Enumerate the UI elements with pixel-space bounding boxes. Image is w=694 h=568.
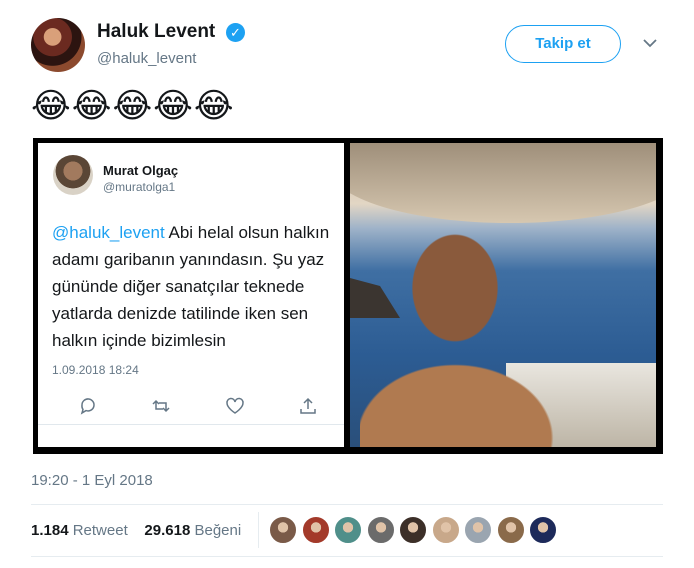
liker-avatar[interactable] [399,516,427,544]
like-count[interactable]: 29.618 [144,522,190,539]
stats-separator [258,512,259,548]
quoted-avatar [53,155,93,195]
boat-photo[interactable] [350,143,656,447]
follow-button[interactable]: Takip et [505,25,621,63]
liker-avatar[interactable] [464,516,492,544]
quoted-handle: @muratolga1 [103,180,176,194]
share-icon [300,397,316,414]
liker-avatar[interactable] [366,516,395,544]
retweet-count[interactable]: 1.184 [31,522,69,539]
quoted-bottom-divider [38,424,344,425]
author-handle[interactable]: @haluk_levent [97,50,196,67]
chevron-down-icon[interactable] [641,34,659,52]
engagement-stats: 1.184 Retweet 29.618 Beğeni [31,522,241,539]
retweet-label[interactable]: Retweet [73,522,128,539]
quoted-actions [78,396,318,416]
quoted-name: Murat Olgaç [103,163,179,178]
liker-avatar[interactable] [529,516,557,544]
liker-avatar[interactable] [269,516,297,544]
reply-icon [80,398,95,415]
author-display-name[interactable]: Haluk Levent [97,21,215,43]
divider [31,556,663,557]
quoted-mention: @haluk_levent [52,223,165,242]
liker-avatar[interactable] [334,516,362,544]
quoted-time: 1.09.2018 18:24 [52,363,139,377]
tweet-timestamp[interactable]: 19:20 - 1 Eyl 2018 [31,472,153,489]
like-icon [226,397,244,414]
quoted-body: Abi helal olsun halkın adamı garibanın y… [52,223,330,350]
divider [31,504,663,505]
liker-avatar[interactable] [496,516,525,544]
like-label[interactable]: Beğeni [194,522,241,539]
liker-avatar[interactable] [431,516,460,544]
tweet-text: 😂😂😂😂😂 [31,87,235,125]
liker-avatar[interactable] [301,516,330,544]
retweet-icon [152,399,170,413]
verified-icon: ✓ [226,23,245,42]
author-avatar[interactable] [31,18,85,72]
quoted-text: @haluk_levent Abi helal olsun halkın ada… [52,219,342,354]
